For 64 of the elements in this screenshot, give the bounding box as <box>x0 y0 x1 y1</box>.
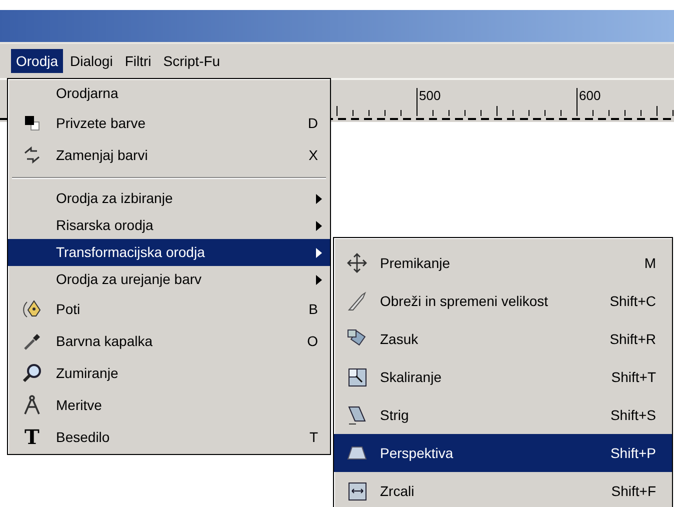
menu-item-label: Orodja za izbiranje <box>56 189 174 208</box>
move-arrows-icon <box>346 252 368 274</box>
menu-item[interactable]: Meritve <box>8 389 330 421</box>
text-tool-icon: T <box>24 427 40 447</box>
menu-item-label: Risarska orodja <box>56 216 154 235</box>
menu-item-label: Besedilo <box>56 428 111 446</box>
pen-nib-icon <box>21 298 43 320</box>
menu-item-label: Transformacijska orodja <box>56 243 206 262</box>
menu-item[interactable]: Zamenjaj barvi X <box>8 139 330 171</box>
menu-item-label: Orodjarna <box>56 84 120 103</box>
menu-item[interactable]: Zumiranje <box>8 357 330 389</box>
menu-item-label: Zrcali <box>380 482 416 500</box>
menu-item[interactable]: Privzete barve D <box>8 107 330 139</box>
menu-item-label: Barvna kapalka <box>56 332 154 351</box>
magnifier-icon <box>21 362 43 384</box>
menu-item[interactable]: Orodja za izbiranje <box>8 185 330 212</box>
menu-item[interactable]: Orodjarna <box>8 80 330 107</box>
shortcut-label: Shift+S <box>610 406 656 424</box>
menu-item-label: Orodja za urejanje barv <box>56 270 203 289</box>
menu-item-label: Poti <box>56 300 82 318</box>
menu-item-label: Premikanje <box>380 254 452 273</box>
menu-item[interactable]: Premikanje M <box>334 244 672 282</box>
shear-icon <box>346 404 368 426</box>
shortcut-label: Shift+T <box>611 368 656 386</box>
menu-item[interactable]: Strig Shift+S <box>334 396 672 434</box>
shortcut-label: Shift+F <box>611 482 656 500</box>
shortcut-label: D <box>308 114 319 132</box>
menu-item-label: Zamenjaj barvi <box>56 146 149 165</box>
menu-bar-item[interactable]: Orodja <box>11 49 64 73</box>
menu-item[interactable]: Zrcali Shift+F <box>334 472 672 507</box>
shortcut-label: X <box>308 146 319 164</box>
scale-icon <box>346 366 368 388</box>
menu-bar-item[interactable]: Script-Fu <box>158 49 226 73</box>
menu-item-label: Zumiranje <box>56 364 120 383</box>
shortcut-label: O <box>307 332 319 350</box>
menu-item-label: Skaliranje <box>380 368 442 387</box>
menu-item[interactable]: Barvna kapalka O <box>8 325 330 357</box>
menu-item[interactable]: Obreži in spremeni velikost Shift+C <box>334 282 672 320</box>
flip-icon <box>346 480 368 502</box>
shortcut-label: M <box>644 254 656 272</box>
shortcut-label: Shift+C <box>610 292 656 310</box>
menu-item-label: Privzete barve <box>56 114 146 132</box>
knife-icon <box>346 290 368 312</box>
shortcut-label: B <box>308 300 319 318</box>
shortcut-label: Shift+R <box>610 330 656 348</box>
menu-item[interactable]: T Besedilo T <box>8 421 330 453</box>
menu-bar-item[interactable]: Dialogi <box>65 49 118 73</box>
menu-item-label: Meritve <box>56 396 103 414</box>
menu-item[interactable]: Zasuk Shift+R <box>334 320 672 358</box>
menu-item[interactable]: Perspektiva Shift+P <box>334 434 672 472</box>
shortcut-label: Shift+P <box>610 444 656 462</box>
shortcut-label: T <box>309 428 319 446</box>
ruler-label: 500 <box>419 88 441 103</box>
menu-item[interactable]: Poti B <box>8 293 330 325</box>
menu-item[interactable]: Transformacijska orodja <box>8 239 330 266</box>
menu-item-label: Perspektiva <box>380 444 454 463</box>
menu-item[interactable]: Risarska orodja <box>8 212 330 239</box>
menu-item-label: Strig <box>380 406 410 425</box>
ruler-label: 600 <box>579 88 601 103</box>
menu-item[interactable]: Skaliranje Shift+T <box>334 358 672 396</box>
menu-bar-item[interactable]: Filtri <box>120 49 156 73</box>
menu-item[interactable]: Orodja za urejanje barv <box>8 266 330 293</box>
menu-item-label: Zasuk <box>380 330 420 348</box>
menu-item-label: Obreži in spremeni velikost <box>380 292 550 311</box>
